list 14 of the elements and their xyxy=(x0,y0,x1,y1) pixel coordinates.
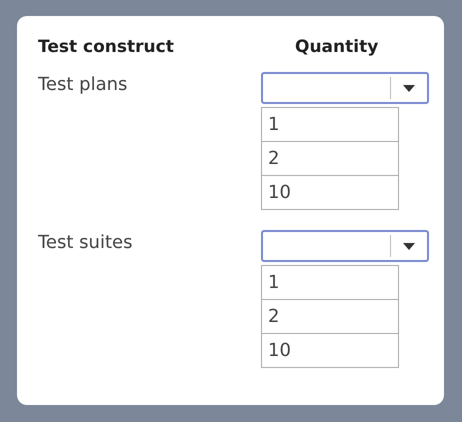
caret-icon xyxy=(403,84,415,92)
dropdown-option[interactable]: 1 xyxy=(262,108,398,142)
caret-icon xyxy=(403,242,415,250)
dropdown[interactable] xyxy=(261,230,429,262)
dropdown[interactable] xyxy=(261,72,429,104)
row-label: Test suites xyxy=(38,231,134,253)
dropdown-option[interactable]: 1 xyxy=(262,266,398,300)
column-header: Test construct xyxy=(38,37,175,57)
dropdown-option[interactable]: 2 xyxy=(262,300,398,334)
row-label: Test plans xyxy=(38,73,128,95)
dropdown-option[interactable]: 10 xyxy=(262,176,398,209)
dropdown-option[interactable]: 10 xyxy=(262,334,398,367)
column-header: Quantity xyxy=(294,37,378,57)
dropdown-option[interactable]: 2 xyxy=(262,142,398,176)
